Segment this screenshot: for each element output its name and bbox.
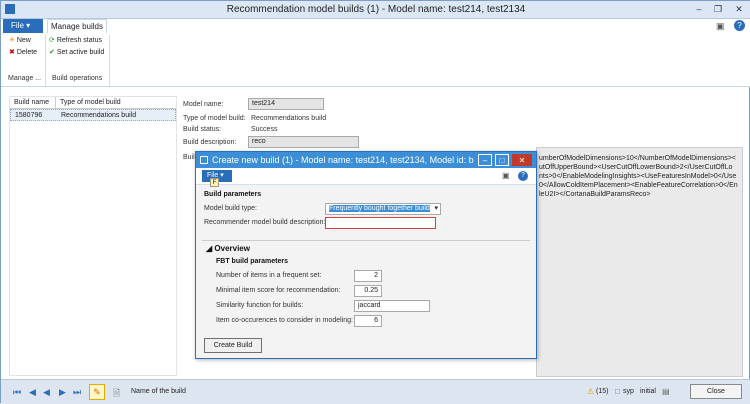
minimize-icon[interactable]: – xyxy=(693,3,705,15)
company-value[interactable]: syp xyxy=(623,388,634,395)
model-name-field: test214 xyxy=(248,98,324,110)
overview-header[interactable]: ◢ Overview xyxy=(206,244,250,253)
restore-icon[interactable]: ❐ xyxy=(712,3,724,15)
dialog-close-icon[interactable]: ✕ xyxy=(512,154,532,166)
description-input[interactable] xyxy=(325,217,436,229)
close-icon[interactable]: ✕ xyxy=(733,3,745,15)
model-build-type-select[interactable]: Frequently bought together build ▾ xyxy=(325,203,441,215)
collapse-triangle-icon: ◢ xyxy=(206,244,213,253)
previous-record-icon[interactable]: ◀ xyxy=(29,387,36,398)
fbt-heading: FBT build parameters xyxy=(216,258,288,265)
min-item-score-input[interactable]: 0.25 xyxy=(354,285,382,297)
status-value: Success xyxy=(251,126,278,133)
tab-manage-builds[interactable]: Manage builds xyxy=(47,19,107,33)
description-label: Build description: xyxy=(183,139,237,146)
window-title: Recommendation model builds (1) - Model … xyxy=(226,4,526,15)
chevron-down-icon: ▾ xyxy=(220,172,224,179)
attachment-icon[interactable]: 🗎 xyxy=(113,386,120,402)
chevron-down-icon: ▾ xyxy=(26,21,31,30)
ribbon: File ▾ Manage builds ▣ ? ✳ New ✖ Delete … xyxy=(1,19,750,87)
new-button[interactable]: ✳ New xyxy=(9,36,31,46)
build-type-cell: Recommendations build xyxy=(61,112,137,119)
model-name-label: Model name: xyxy=(183,101,224,108)
file-tab-label: File xyxy=(11,21,24,30)
column-header-build-type[interactable]: Type of model build xyxy=(56,97,176,109)
dialog-restore-icon[interactable]: □ xyxy=(495,154,509,166)
xml-line: leU2I></CortanaBuildParamsReco> xyxy=(539,191,651,198)
create-build-button[interactable]: Create Build xyxy=(204,338,262,353)
check-icon: ✔ xyxy=(49,49,55,56)
refresh-status-button[interactable]: ⟳ Refresh status xyxy=(49,36,102,46)
dialog-ribbon: File ▾ F ▣ ? xyxy=(196,168,536,187)
dialog-minimize-icon[interactable]: – xyxy=(478,154,492,166)
alerts-count[interactable]: (15) xyxy=(596,388,608,395)
edit-pencil-icon[interactable]: ✎ xyxy=(89,384,105,400)
refresh-label: Refresh status xyxy=(56,37,102,44)
new-label: New xyxy=(16,37,31,44)
window-layout-icon[interactable]: ▣ xyxy=(716,21,725,32)
min-item-score-label: Minimal item score for recommendation: xyxy=(216,287,341,294)
delete-button[interactable]: ✖ Delete xyxy=(9,48,37,58)
options-icon[interactable]: ▤ xyxy=(662,387,670,396)
title-bar: Recommendation model builds (1) - Model … xyxy=(1,1,750,19)
table-row[interactable]: 1580796 Recommendations build xyxy=(10,109,176,121)
previous-page-icon[interactable]: ◀ xyxy=(43,387,50,398)
build-parameters-xml: umberOfModelDimensions>10</NumberOfModel… xyxy=(536,147,743,377)
build-params-label: Buil xyxy=(183,154,195,161)
dialog-layout-icon[interactable]: ▣ xyxy=(502,171,510,180)
model-build-type-value: Frequently bought together build xyxy=(329,205,430,212)
lock-icon: □ xyxy=(615,387,620,396)
model-build-type-label: Model build type: xyxy=(204,205,257,212)
build-parameters-heading: Build parameters xyxy=(204,191,262,198)
column-header-build-name[interactable]: Build name xyxy=(10,97,56,109)
overview-section: ◢ Overview FBT build parameters Number o… xyxy=(202,240,530,327)
delete-label: Delete xyxy=(16,49,38,56)
xml-line: utOffUpperBound><UserCutOffLowerBound>2<… xyxy=(539,164,733,171)
partition-value[interactable]: initial xyxy=(640,388,656,395)
co-occurences-input[interactable]: 6 xyxy=(354,315,382,327)
group-separator xyxy=(45,35,46,87)
refresh-icon: ⟳ xyxy=(49,37,55,44)
close-button[interactable]: Close xyxy=(690,384,742,399)
warning-icon[interactable]: ⚠ xyxy=(587,387,594,396)
dialog-title-bar: Create new build (1) - Model name: test2… xyxy=(196,152,536,168)
first-record-icon[interactable]: ⏮ xyxy=(13,387,21,398)
dialog-title: Create new build (1) - Model name: test2… xyxy=(212,155,474,165)
create-build-dialog: Create new build (1) - Model name: test2… xyxy=(195,151,537,359)
dialog-app-icon xyxy=(200,156,208,164)
last-record-icon[interactable]: ⏭ xyxy=(73,387,81,398)
next-record-icon[interactable]: ▶ xyxy=(59,387,66,398)
dialog-help-icon[interactable]: ? xyxy=(518,171,528,181)
similarity-function-label: Similarity function for builds: xyxy=(216,302,304,309)
overview-label: Overview xyxy=(214,244,250,253)
keytip-badge: F xyxy=(210,178,219,187)
set-active-build-button[interactable]: ✔ Set active build xyxy=(49,48,104,58)
description-label: Recommender model build description: xyxy=(204,219,326,226)
xml-line: 0</AllowColdItemPlacement><EnableFeature… xyxy=(539,182,738,189)
xml-line: nts>0</EnableModelingInsights><UseFeatur… xyxy=(539,173,737,180)
type-value: Recommendations build xyxy=(251,115,327,122)
chevron-down-icon: ▾ xyxy=(434,205,438,212)
build-name-cell: 1580796 xyxy=(15,112,43,119)
file-tab[interactable]: File ▾ xyxy=(3,19,43,33)
status-field-name: Name of the build xyxy=(131,388,186,395)
status-bar: ⏮ ◀ ◀ ▶ ⏭ ✎ 🗎 Name of the build ⚠ (15) □… xyxy=(1,379,750,404)
group-manage-label: Manage ... xyxy=(8,75,42,82)
main-window: Recommendation model builds (1) - Model … xyxy=(0,0,750,404)
similarity-function-input[interactable]: jaccard xyxy=(354,300,430,312)
description-field: reco xyxy=(248,136,359,148)
type-label: Type of model build: xyxy=(183,115,246,122)
help-icon[interactable]: ? xyxy=(734,20,745,31)
co-occurences-label: Item co-occurences to consider in modeli… xyxy=(216,317,353,324)
builds-grid: Build name Type of model build 1580796 R… xyxy=(9,96,177,376)
set-active-label: Set active build xyxy=(56,49,105,56)
items-frequent-set-input[interactable]: 2 xyxy=(354,270,382,282)
status-label: Build status: xyxy=(183,126,222,133)
group-separator xyxy=(109,35,110,87)
xml-line: umberOfModelDimensions>10</NumberOfModel… xyxy=(539,155,736,162)
items-frequent-set-label: Number of items in a frequent set: xyxy=(216,272,322,279)
delete-icon: ✖ xyxy=(9,49,15,56)
new-icon: ✳ xyxy=(9,37,15,44)
group-operations-label: Build operations xyxy=(52,75,103,82)
